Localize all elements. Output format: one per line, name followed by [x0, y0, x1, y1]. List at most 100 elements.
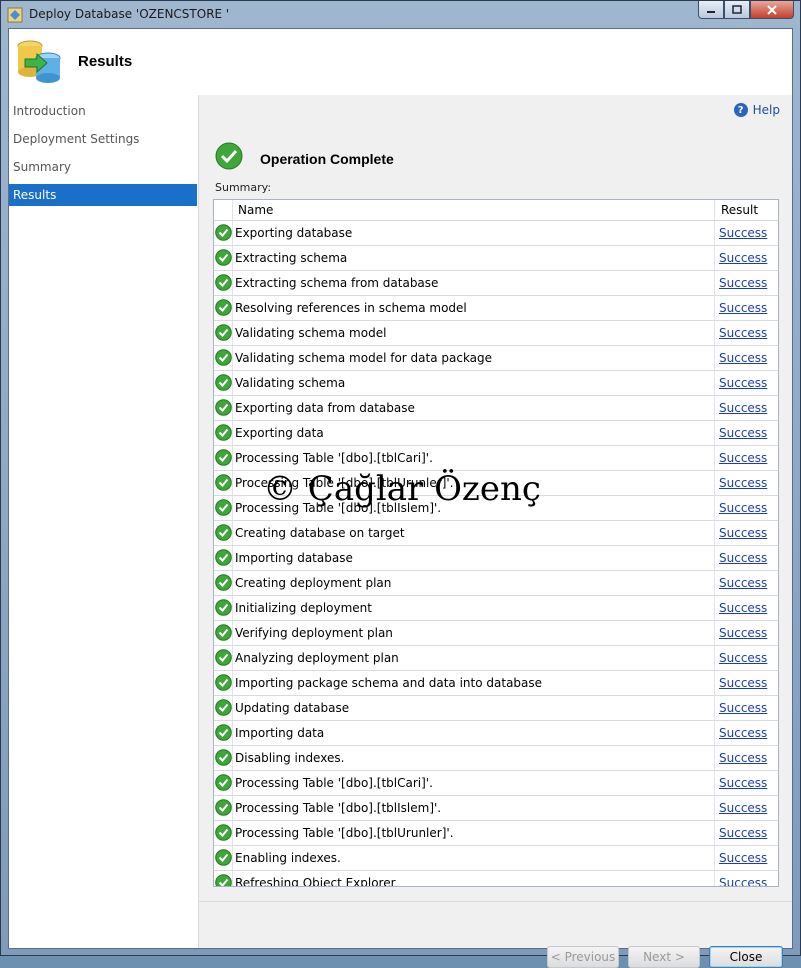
success-check-icon: [215, 574, 232, 591]
row-name: Enabling indexes.: [235, 851, 341, 865]
title-bar[interactable]: Deploy Database 'OZENCSTORE ': [1, 1, 800, 28]
cell-divider: [778, 371, 779, 395]
result-link[interactable]: Success: [719, 451, 767, 465]
nav-item-summary[interactable]: Summary: [9, 156, 197, 178]
help-link[interactable]: ? Help: [733, 103, 780, 117]
cell-divider: [778, 721, 779, 745]
row-name: Importing database: [235, 551, 353, 565]
minimize-button[interactable]: [698, 1, 724, 19]
cell-divider: [232, 271, 233, 295]
table-row[interactable]: Updating database Success: [214, 696, 778, 721]
nav-item-deployment-settings[interactable]: Deployment Settings: [9, 128, 197, 150]
result-link[interactable]: Success: [719, 776, 767, 790]
row-name: Extracting schema: [235, 251, 348, 265]
cell-divider: [778, 221, 779, 245]
operation-title: Operation Complete: [260, 151, 394, 167]
next-button[interactable]: Next >: [628, 946, 700, 968]
result-link[interactable]: Success: [719, 601, 767, 615]
result-link[interactable]: Success: [719, 276, 767, 290]
success-check-icon: [215, 424, 232, 441]
result-link[interactable]: Success: [719, 676, 767, 690]
table-row[interactable]: Processing Table '[dbo].[tblIslem]'. Succ…: [214, 496, 778, 521]
table-row[interactable]: Enabling indexes. Success: [214, 846, 778, 871]
cell-divider: [714, 396, 715, 420]
cell-divider: [778, 646, 779, 670]
result-link[interactable]: Success: [719, 401, 767, 415]
result-link[interactable]: Success: [719, 526, 767, 540]
grid-header: Name Result: [214, 200, 778, 221]
table-row[interactable]: Verifying deployment plan Success: [214, 621, 778, 646]
table-row[interactable]: Processing Table '[dbo].[tblUrunler]'. Su…: [214, 821, 778, 846]
name-column-header[interactable]: Name: [238, 203, 273, 217]
result-link[interactable]: Success: [719, 801, 767, 815]
result-link[interactable]: Success: [719, 701, 767, 715]
result-link[interactable]: Success: [719, 376, 767, 390]
table-row[interactable]: Processing Table '[dbo].[tblCari]'. Succe…: [214, 771, 778, 796]
result-link[interactable]: Success: [719, 826, 767, 840]
result-link[interactable]: Success: [719, 576, 767, 590]
cell-divider: [714, 671, 715, 695]
result-link[interactable]: Success: [719, 551, 767, 565]
cell-divider: [778, 271, 779, 295]
table-row[interactable]: Analyzing deployment plan Success: [214, 646, 778, 671]
table-row[interactable]: Processing Table '[dbo].[tblUrunler]'. Su…: [214, 471, 778, 496]
column-divider[interactable]: [778, 200, 779, 220]
result-column-header[interactable]: Result: [721, 203, 758, 217]
nav-item-results[interactable]: Results: [9, 184, 197, 206]
result-link[interactable]: Success: [719, 476, 767, 490]
result-link[interactable]: Success: [719, 626, 767, 640]
table-row[interactable]: Resolving references in schema model Succ…: [214, 296, 778, 321]
table-row[interactable]: Processing Table '[dbo].[tblCari]'. Succe…: [214, 446, 778, 471]
result-link[interactable]: Success: [719, 501, 767, 515]
table-row[interactable]: Validating schema model for data package…: [214, 346, 778, 371]
close-button[interactable]: Close: [709, 946, 783, 968]
table-row[interactable]: Exporting data from database Success: [214, 396, 778, 421]
table-row[interactable]: Creating deployment plan Success: [214, 571, 778, 596]
status-column-header[interactable]: [214, 200, 233, 220]
result-link[interactable]: Success: [719, 726, 767, 740]
page-title: Results: [78, 53, 133, 70]
column-divider[interactable]: [714, 200, 715, 220]
success-check-icon: [215, 699, 232, 716]
table-row[interactable]: Processing Table '[dbo].[tblIslem]'. Succ…: [214, 796, 778, 821]
result-link[interactable]: Success: [719, 851, 767, 865]
cell-divider: [232, 596, 233, 620]
table-row[interactable]: Creating database on target Success: [214, 521, 778, 546]
maximize-button[interactable]: [724, 1, 750, 19]
result-link[interactable]: Success: [719, 426, 767, 440]
table-row[interactable]: Importing package schema and data into d…: [214, 671, 778, 696]
table-row[interactable]: Refreshing Object Explorer Success: [214, 871, 778, 886]
cell-divider: [232, 696, 233, 720]
close-window-button[interactable]: [750, 1, 794, 19]
main-panel: ? Help Operation Complete Summary: Name …: [199, 95, 792, 968]
table-row[interactable]: Extracting schema from database Success: [214, 271, 778, 296]
row-name: Processing Table '[dbo].[tblCari]'.: [235, 451, 433, 465]
result-link[interactable]: Success: [719, 751, 767, 765]
cell-divider: [232, 371, 233, 395]
success-check-icon: [215, 142, 243, 170]
result-link[interactable]: Success: [719, 301, 767, 315]
result-link[interactable]: Success: [719, 651, 767, 665]
cell-divider: [714, 546, 715, 570]
result-link[interactable]: Success: [719, 326, 767, 340]
result-link[interactable]: Success: [719, 251, 767, 265]
table-row[interactable]: Validating schema model Success: [214, 321, 778, 346]
table-row[interactable]: Validating schema Success: [214, 371, 778, 396]
table-row[interactable]: Exporting database Success: [214, 221, 778, 246]
cell-divider: [714, 571, 715, 595]
cell-divider: [778, 846, 779, 870]
result-link[interactable]: Success: [719, 876, 767, 886]
cell-divider: [778, 446, 779, 470]
cell-divider: [232, 771, 233, 795]
table-row[interactable]: Importing database Success: [214, 546, 778, 571]
result-link[interactable]: Success: [719, 226, 767, 240]
nav-item-introduction[interactable]: Introduction: [9, 100, 197, 122]
table-row[interactable]: Extracting schema Success: [214, 246, 778, 271]
table-row[interactable]: Importing data Success: [214, 721, 778, 746]
table-row[interactable]: Initializing deployment Success: [214, 596, 778, 621]
table-row[interactable]: Exporting data Success: [214, 421, 778, 446]
cell-divider: [232, 746, 233, 770]
previous-button[interactable]: < Previous: [547, 946, 619, 968]
table-row[interactable]: Disabling indexes. Success: [214, 746, 778, 771]
result-link[interactable]: Success: [719, 351, 767, 365]
